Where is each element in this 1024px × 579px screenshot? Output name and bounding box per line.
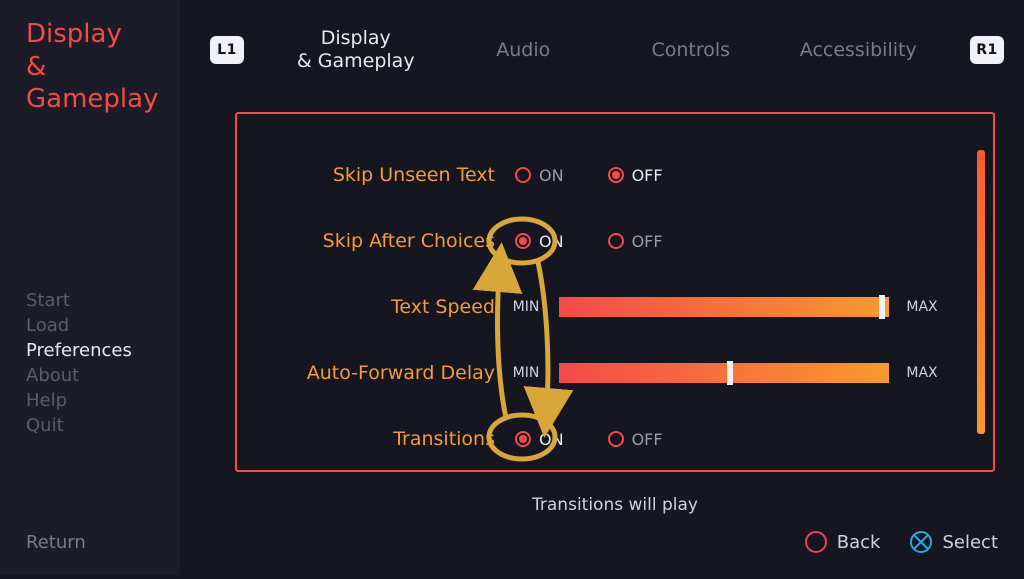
sidebar-item-quit[interactable]: Quit	[26, 413, 180, 438]
page-title-line1: Display	[26, 19, 122, 49]
radio-icon	[515, 431, 531, 447]
circle-button-icon	[805, 531, 827, 553]
page-title-line2: & Gameplay	[26, 52, 158, 115]
setting-label: Skip After Choices	[267, 230, 495, 252]
page-title: Display & Gameplay	[26, 18, 180, 116]
topbar: L1 Display & Gameplay Audio Controls Acc…	[210, 20, 1004, 80]
panel-scrollbar[interactable]	[977, 150, 985, 434]
transitions-off[interactable]: OFF	[608, 430, 663, 449]
radio-icon	[608, 167, 624, 183]
sidebar: Display & Gameplay Start Load Preference…	[0, 0, 180, 575]
setting-text-speed: Text Speed MIN MAX	[267, 290, 975, 324]
tab-controls[interactable]: Controls	[631, 39, 751, 62]
slider-max-label: MAX	[901, 365, 943, 381]
text-speed-slider[interactable]	[559, 297, 889, 317]
sidebar-item-start[interactable]: Start	[26, 288, 180, 313]
radio-icon	[608, 431, 624, 447]
tab-accessibility[interactable]: Accessibility	[798, 39, 918, 62]
tab-audio[interactable]: Audio	[463, 39, 583, 62]
select-hint: Select	[910, 531, 998, 553]
setting-skip-after-choices: Skip After Choices ON OFF	[267, 224, 975, 258]
setting-label: Transitions	[267, 428, 495, 450]
option-label: ON	[539, 166, 564, 185]
sidebar-item-load[interactable]: Load	[26, 313, 180, 338]
setting-description: Transitions will play	[235, 495, 995, 515]
slider-min-label: MIN	[505, 299, 547, 315]
r1-bumper-icon[interactable]: R1	[970, 36, 1004, 64]
transitions-on[interactable]: ON	[515, 430, 564, 449]
option-label: OFF	[632, 166, 663, 185]
setting-label: Skip Unseen Text	[267, 164, 495, 186]
sidebar-item-about[interactable]: About	[26, 363, 180, 388]
tab-display-gameplay[interactable]: Display & Gameplay	[296, 27, 416, 73]
option-label: OFF	[632, 232, 663, 251]
option-label: ON	[539, 430, 564, 449]
sidebar-item-preferences[interactable]: Preferences	[26, 338, 180, 363]
return-button[interactable]: Return	[26, 532, 86, 553]
back-hint: Back	[805, 531, 881, 553]
setting-skip-unseen: Skip Unseen Text ON OFF	[267, 158, 975, 192]
settings-panel: Skip Unseen Text ON OFF Skip After Choic…	[235, 112, 995, 472]
skip-after-on[interactable]: ON	[515, 232, 564, 251]
setting-auto-forward-delay: Auto-Forward Delay MIN MAX	[267, 356, 975, 390]
skip-unseen-off[interactable]: OFF	[608, 166, 663, 185]
slider-min-label: MIN	[505, 365, 547, 381]
tab-label: & Gameplay	[297, 50, 415, 72]
option-label: OFF	[632, 430, 663, 449]
tabs: Display & Gameplay Audio Controls Access…	[272, 27, 942, 73]
hint-label: Select	[942, 532, 998, 553]
sidebar-menu: Start Load Preferences About Help Quit	[26, 288, 180, 439]
option-label: ON	[539, 232, 564, 251]
auto-forward-slider[interactable]	[559, 363, 889, 383]
tab-label: Display	[321, 27, 391, 49]
cross-button-icon	[910, 531, 932, 553]
hint-label: Back	[837, 532, 881, 553]
sidebar-item-help[interactable]: Help	[26, 388, 180, 413]
setting-label: Auto-Forward Delay	[267, 362, 495, 384]
slider-max-label: MAX	[901, 299, 943, 315]
setting-label: Text Speed	[267, 296, 495, 318]
button-hints: Back Select	[805, 531, 998, 553]
radio-icon	[608, 233, 624, 249]
slider-thumb[interactable]	[727, 361, 733, 385]
radio-icon	[515, 233, 531, 249]
l1-bumper-icon[interactable]: L1	[210, 36, 244, 64]
setting-transitions: Transitions ON OFF	[267, 422, 975, 456]
skip-after-off[interactable]: OFF	[608, 232, 663, 251]
radio-icon	[515, 167, 531, 183]
slider-thumb[interactable]	[879, 295, 885, 319]
skip-unseen-on[interactable]: ON	[515, 166, 564, 185]
